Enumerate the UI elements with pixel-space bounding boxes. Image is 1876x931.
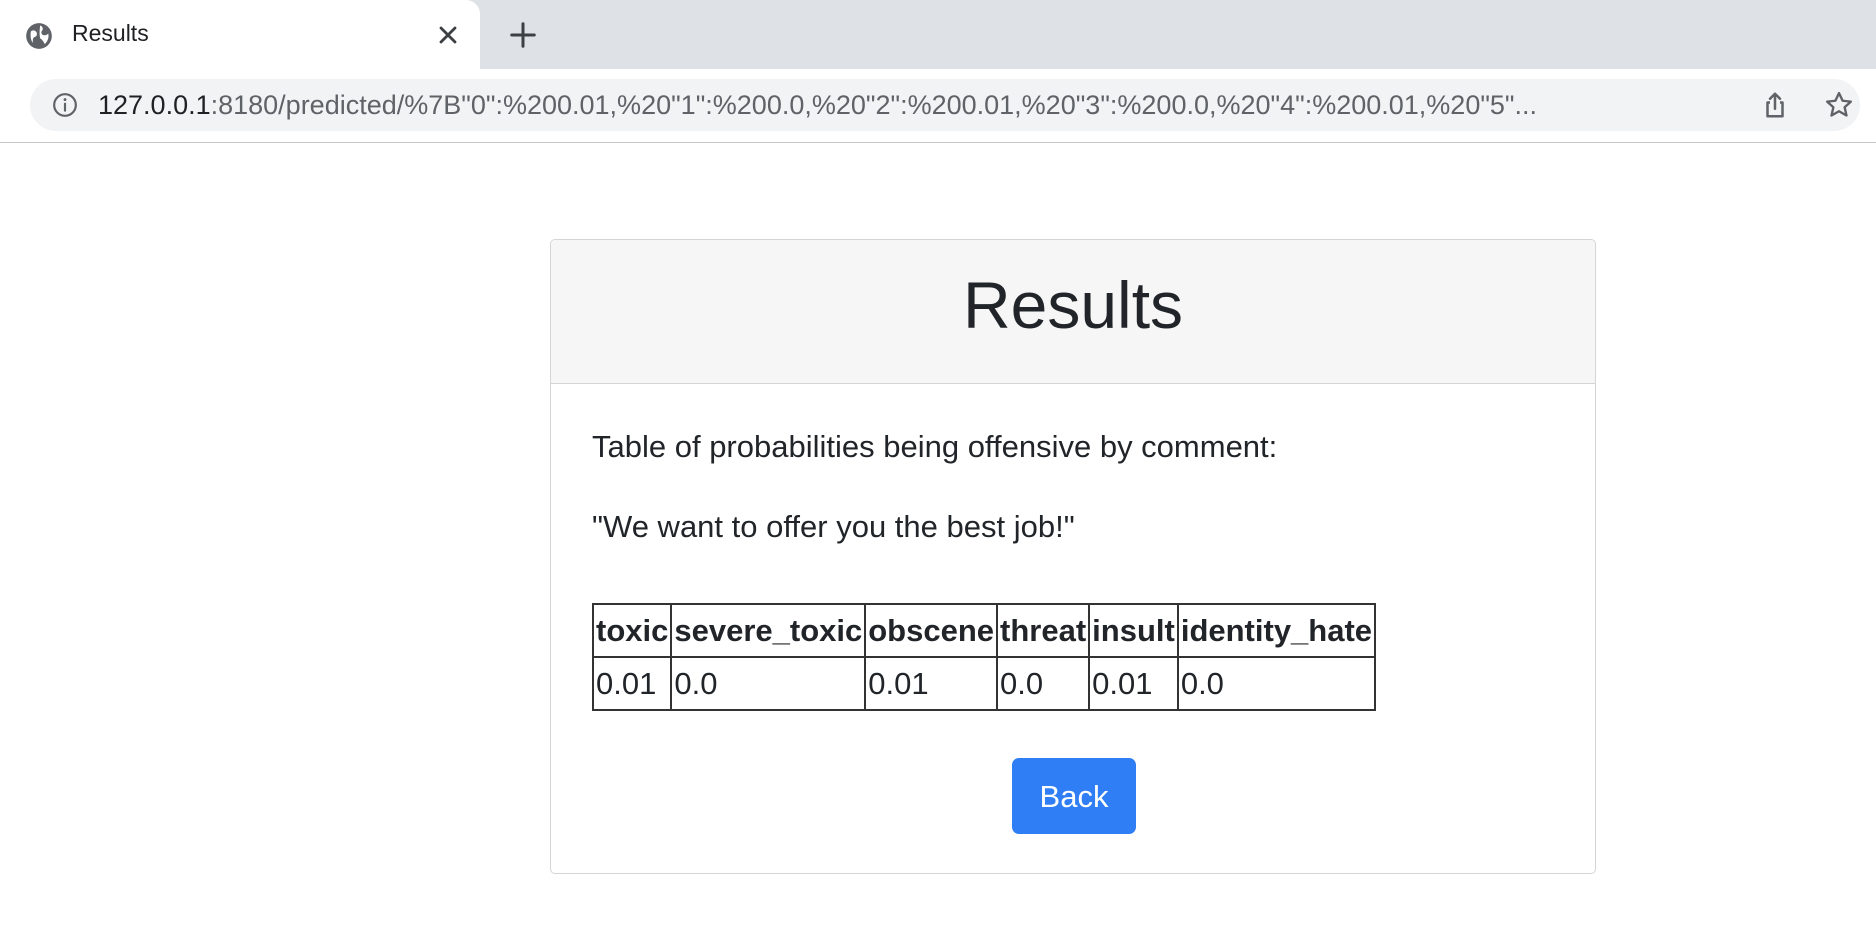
column-header: toxic — [591, 603, 673, 658]
plus-icon[interactable] — [508, 20, 538, 50]
address-bar[interactable]: 127.0.0.1:8180/predicted/%7B"0":%200.01,… — [30, 79, 1860, 131]
column-header: obscene — [864, 603, 999, 658]
url-text[interactable]: 127.0.0.1:8180/predicted/%7B"0":%200.01,… — [98, 90, 1758, 121]
card-header: Results — [551, 240, 1595, 384]
table-cell: 0.01 — [591, 656, 673, 711]
share-icon[interactable] — [1760, 90, 1790, 120]
tab-title: Results — [72, 20, 149, 46]
table-cell: 0.0 — [996, 656, 1091, 711]
url-path: :8180/predicted/%7B"0":%200.01,%20"1":%2… — [210, 90, 1538, 120]
table-row: 0.01 0.0 0.01 0.0 0.01 0.0 — [591, 656, 1377, 711]
close-icon[interactable] — [434, 21, 462, 49]
star-icon[interactable] — [1824, 90, 1854, 120]
results-card: Results Table of probabilities being off… — [550, 239, 1596, 874]
column-header: identity_hate — [1176, 603, 1377, 658]
page-title: Results — [962, 268, 1184, 342]
intro-text: Table of probabilities being offensive b… — [592, 429, 1278, 464]
browser-toolbar: 127.0.0.1:8180/predicted/%7B"0":%200.01,… — [0, 69, 1876, 143]
tab-strip: Results — [0, 0, 1876, 69]
column-header: severe_toxic — [670, 603, 867, 658]
table-cell: 0.0 — [670, 656, 867, 711]
globe-icon — [26, 23, 52, 49]
probabilities-table: toxic severe_toxic obscene threat insult… — [591, 603, 1377, 711]
comment-text: "We want to offer you the best job!" — [592, 509, 1075, 544]
info-icon[interactable] — [52, 92, 78, 118]
table-cell: 0.01 — [1088, 656, 1179, 711]
browser-tab-results[interactable]: Results — [0, 0, 480, 69]
table-cell: 0.01 — [864, 656, 999, 711]
column-header: insult — [1088, 603, 1179, 658]
table-header-row: toxic severe_toxic obscene threat insult… — [591, 603, 1377, 658]
column-header: threat — [996, 603, 1091, 658]
table-cell: 0.0 — [1176, 656, 1377, 711]
back-button[interactable]: Back — [1012, 758, 1136, 834]
url-host: 127.0.0.1 — [98, 90, 211, 120]
